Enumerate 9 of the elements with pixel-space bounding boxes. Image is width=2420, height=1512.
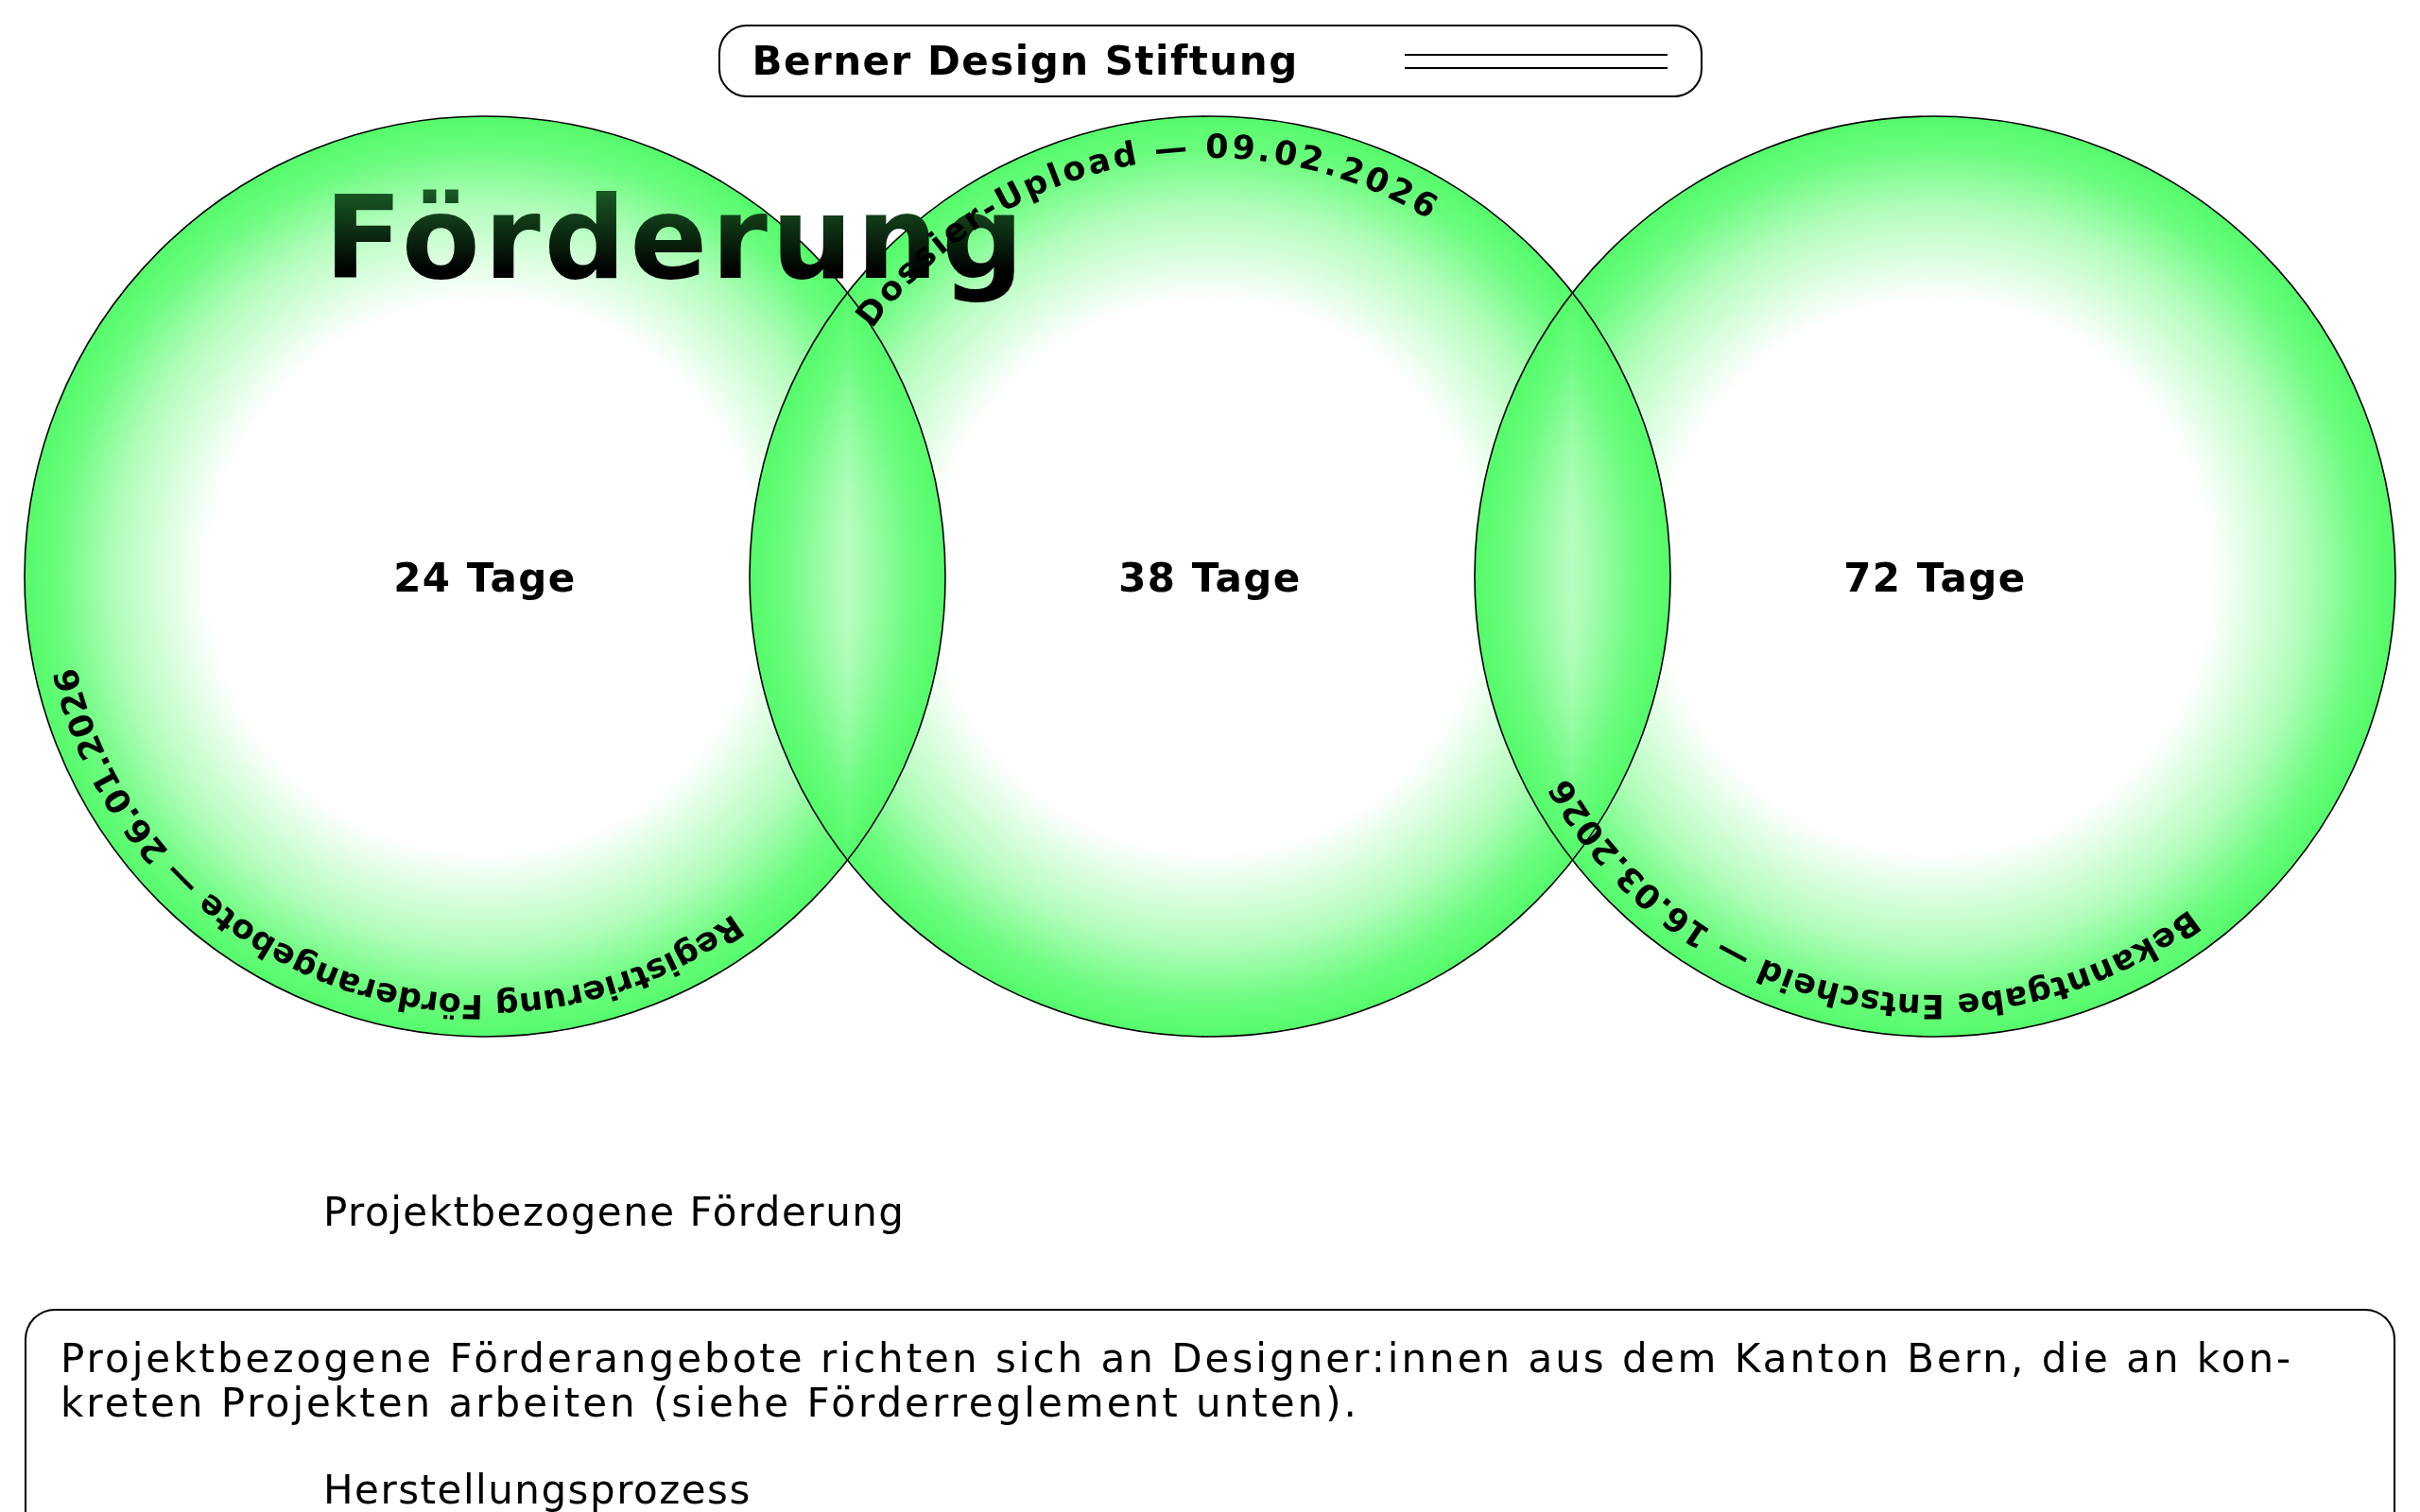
description-text: Projektbezogene Förderangebote richten sich an Designer:innen aus dem Kanton Bern, die an kon-kreten Projekten arbeiten (siehe Förderreglement unten). <box>60 1336 2295 1425</box>
menu-icon <box>1404 53 1668 69</box>
menu-button[interactable] <box>1404 53 1668 69</box>
duration-label: 38 Tage <box>1118 555 1302 601</box>
subsection-heading: Herstellungsprozess <box>323 1470 752 1510</box>
duration-label: 24 Tage <box>393 555 577 601</box>
duration-label: 72 Tage <box>1843 555 2027 601</box>
section-heading: Projektbezogene Förderung <box>323 1189 906 1236</box>
brand-name[interactable]: Berner Design Stiftung <box>752 41 1299 81</box>
